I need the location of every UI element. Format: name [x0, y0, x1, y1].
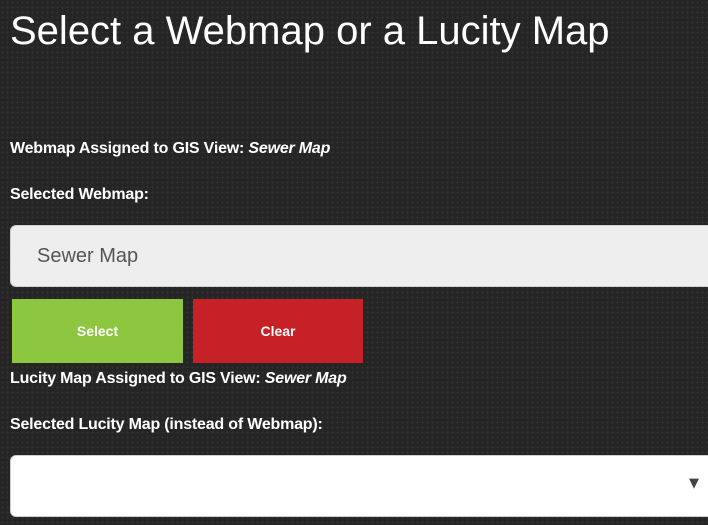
webmap-assigned-caption: Webmap Assigned to GIS View: [10, 140, 245, 157]
clear-button[interactable]: Clear [193, 299, 363, 363]
lucity-assigned-caption: Lucity Map Assigned to GIS View: [10, 370, 261, 387]
lucity-assigned-value: Sewer Map [264, 370, 347, 387]
page-title: Select a Webmap or a Lucity Map [10, 9, 610, 53]
selected-webmap-label: Selected Webmap: [10, 186, 149, 203]
webmap-assigned-label: Webmap Assigned to GIS View: Sewer Map [10, 140, 330, 158]
selected-lucity-label: Selected Lucity Map (instead of Webmap): [10, 416, 323, 433]
chevron-down-icon[interactable]: ▼ [689, 476, 699, 491]
lucity-assigned-label: Lucity Map Assigned to GIS View: Sewer M… [10, 370, 347, 388]
select-button[interactable]: Select [12, 299, 183, 363]
webmap-selector-panel: Select a Webmap or a Lucity Map Webmap A… [0, 0, 708, 525]
selected-webmap-input[interactable] [10, 225, 708, 287]
webmap-assigned-value: Sewer Map [248, 140, 331, 157]
lucity-map-dropdown[interactable]: ▼ [10, 455, 708, 517]
